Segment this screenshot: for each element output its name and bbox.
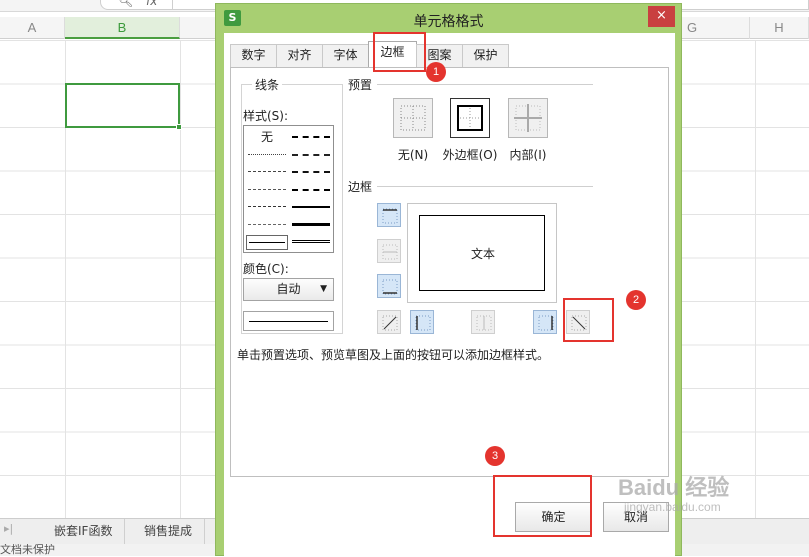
line-style-double[interactable]	[292, 240, 330, 243]
line-group-label: 线条	[252, 76, 283, 93]
line-style-medium-dash-dot-dot[interactable]	[292, 136, 330, 138]
border-bottom-button[interactable]	[377, 274, 401, 298]
zoom-icon[interactable]: 🔍︎	[118, 0, 133, 8]
close-button[interactable]: ×	[648, 6, 675, 27]
preset-outline-icon	[457, 105, 483, 131]
preset-inside-label[interactable]: 内部(I)	[493, 146, 563, 163]
line-style-hair[interactable]	[248, 154, 286, 155]
border-tab-panel: 线条 样式(S): 无 颜色(C): 自动 ▼ 预置 无(N) 外边框(O) 内…	[230, 67, 669, 477]
dialog-titlebar[interactable]: S 单元格格式 ×	[216, 4, 681, 33]
sheet-tab-sales-commission[interactable]: 销售提成	[132, 519, 206, 544]
line-style-dashed[interactable]	[248, 224, 286, 225]
tab-font[interactable]: 字体	[322, 44, 369, 67]
preview-text: 文本	[470, 247, 495, 261]
line-style-dash-dot-dot[interactable]	[248, 189, 286, 190]
annotation-box-ok	[493, 475, 592, 537]
format-cells-dialog: S 单元格格式 × 数字 对齐 字体 边框 图案 保护 线条 样式(S): 无	[215, 3, 682, 557]
color-label: 颜色(C):	[243, 262, 289, 276]
border-group-label: 边框	[348, 180, 373, 194]
preset-divider	[377, 84, 593, 85]
sheet-tab-nested-if[interactable]: 嵌套IF函数	[42, 519, 126, 544]
tab-number[interactable]: 数字	[230, 44, 277, 67]
line-style-medium-dashed[interactable]	[292, 189, 330, 191]
line-style-list[interactable]: 无	[243, 125, 334, 253]
border-diagonal-up-button[interactable]	[377, 310, 401, 334]
line-style-none[interactable]: 无	[247, 128, 287, 145]
annotation-box-border-tab	[373, 32, 426, 72]
column-header-h[interactable]: H	[750, 17, 809, 39]
preset-inside-button[interactable]	[508, 98, 548, 138]
preset-inside-icon	[514, 104, 542, 132]
line-color-select[interactable]: 自动 ▼	[243, 278, 334, 301]
border-top-button[interactable]	[377, 203, 401, 227]
tab-protection[interactable]: 保护	[462, 44, 509, 67]
border-right-icon	[538, 315, 554, 331]
border-divider	[377, 186, 593, 187]
fill-handle[interactable]	[176, 124, 182, 130]
line-style-thin-selected[interactable]	[246, 235, 288, 250]
border-inside-horizontal-icon	[382, 244, 398, 260]
line-style-medium-dash-dot[interactable]	[292, 171, 330, 173]
line-style-dash-dot[interactable]	[248, 206, 286, 207]
preset-group-label: 预置	[348, 78, 373, 92]
line-style-slant-dash-dot[interactable]	[292, 154, 330, 156]
line-style-thick[interactable]	[292, 223, 330, 226]
diagonal-up-icon	[382, 315, 398, 331]
fx-label[interactable]: fx	[146, 0, 157, 8]
border-middle-vertical-button[interactable]	[471, 310, 495, 334]
border-left-icon	[415, 315, 431, 331]
line-color-preview	[243, 311, 334, 331]
column-header-a[interactable]: A	[0, 17, 65, 39]
watermark-sub: jingyan.baidu.com	[624, 500, 721, 514]
style-label: 样式(S):	[243, 109, 289, 123]
border-bottom-icon	[382, 279, 398, 295]
preset-none-button[interactable]	[393, 98, 433, 138]
border-right-button[interactable]	[533, 310, 557, 334]
border-left-button[interactable]	[410, 310, 434, 334]
column-header-b[interactable]: B	[65, 17, 180, 39]
dialog-body: 数字 对齐 字体 边框 图案 保护 线条 样式(S): 无 颜色(C): 自动 …	[224, 33, 675, 557]
hint-text: 单击预置选项、预览草图及上面的按钮可以添加边框样式。	[237, 348, 550, 362]
dropdown-arrow-icon: ▼	[320, 284, 327, 294]
line-style-medium[interactable]	[292, 206, 330, 208]
annotation-marker-2: 2	[626, 290, 646, 310]
preset-none-icon	[400, 105, 426, 131]
tab-alignment[interactable]: 对齐	[276, 44, 323, 67]
annotation-marker-1: 1	[426, 62, 446, 82]
annotation-marker-3: 3	[485, 446, 505, 466]
line-group: 线条 样式(S): 无 颜色(C): 自动 ▼	[241, 76, 343, 334]
preset-outline-button[interactable]	[450, 98, 490, 138]
border-preview[interactable]: 文本	[407, 203, 557, 303]
border-middle-horizontal-button[interactable]	[377, 239, 401, 263]
watermark-main: Baidu 经验	[618, 475, 730, 500]
annotation-box-diagonal	[563, 298, 614, 342]
border-inside-vertical-icon	[476, 315, 492, 331]
selected-cell[interactable]	[65, 83, 182, 130]
border-top-icon	[382, 208, 398, 224]
line-style-dotted[interactable]	[248, 171, 286, 172]
sheet-nav-first-icon[interactable]: ▸|	[4, 522, 32, 540]
status-text: 文档未保护	[0, 544, 55, 556]
line-color-value: 自动	[276, 282, 301, 296]
dialog-title: 单元格格式	[413, 14, 484, 30]
border-preview-outline: 文本	[419, 215, 545, 291]
